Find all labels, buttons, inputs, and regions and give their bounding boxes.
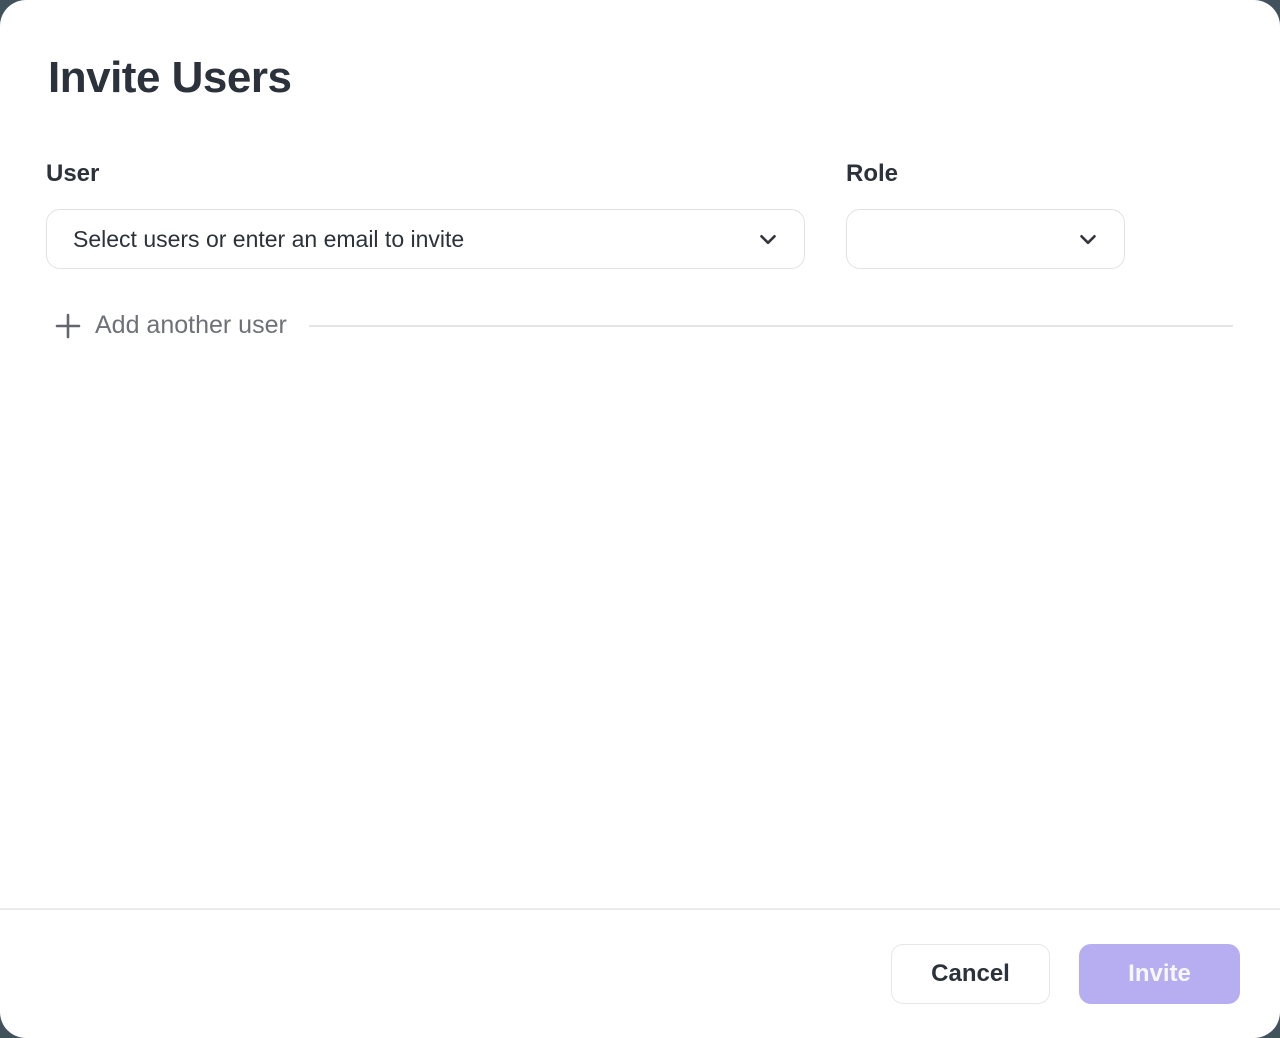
user-select[interactable]: Select users or enter an email to invite <box>46 209 805 269</box>
invite-users-dialog: Invite Users User Select users or enter … <box>0 0 1280 1038</box>
add-user-row: Add another user <box>46 311 1240 340</box>
dialog-footer: Cancel Invite <box>0 908 1280 1038</box>
user-field-label: User <box>46 160 805 188</box>
user-field: User Select users or enter an email to i… <box>46 160 805 269</box>
dialog-body: Invite Users User Select users or enter … <box>0 0 1280 908</box>
add-another-user-label: Add another user <box>95 311 287 340</box>
plus-icon <box>54 312 82 340</box>
divider <box>309 325 1233 327</box>
chevron-down-icon <box>1075 226 1101 252</box>
role-field: Role <box>846 160 1125 269</box>
role-select[interactable] <box>846 209 1125 269</box>
cancel-button[interactable]: Cancel <box>891 944 1050 1004</box>
dialog-title: Invite Users <box>48 54 1240 102</box>
user-select-placeholder: Select users or enter an email to invite <box>73 226 464 253</box>
role-field-label: Role <box>846 160 1125 188</box>
invite-button[interactable]: Invite <box>1079 944 1240 1004</box>
add-another-user-button[interactable]: Add another user <box>54 311 287 340</box>
invite-form-row: User Select users or enter an email to i… <box>46 160 1240 269</box>
chevron-down-icon <box>755 226 781 252</box>
